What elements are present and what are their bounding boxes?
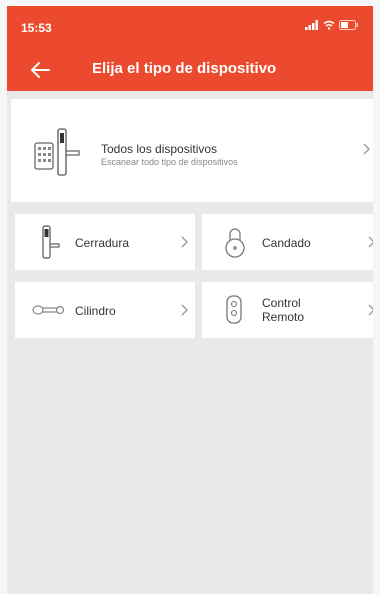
- padlock-icon: [225, 228, 245, 258]
- nav-bar: Elija el tipo de dispositivo: [7, 54, 373, 88]
- chevron-right-icon: [363, 143, 370, 155]
- device-type-label: Cilindro: [75, 304, 116, 318]
- app-screen: 15:53 Elija el tipo de dispositivo Todos…: [7, 6, 373, 594]
- wifi-icon: [323, 20, 335, 30]
- device-type-cilindro[interactable]: Cilindro: [15, 282, 195, 338]
- all-devices-icon: [34, 128, 80, 176]
- device-type-label: Cerradura: [75, 236, 130, 250]
- page-title: Elija el tipo de dispositivo: [92, 60, 277, 77]
- device-type-label: Control Remoto: [262, 296, 305, 324]
- cylinder-key-icon: [32, 305, 65, 315]
- all-devices-subtitle: Escanear todo tipo de dispositivos: [101, 157, 238, 167]
- app-header: 15:53 Elija el tipo de dispositivo: [7, 6, 373, 91]
- chevron-right-icon: [368, 236, 373, 248]
- device-type-label: Candado: [262, 236, 311, 250]
- device-type-cerradura[interactable]: Cerradura: [15, 214, 195, 270]
- door-lock-icon: [42, 225, 60, 259]
- back-arrow-icon: [31, 62, 50, 78]
- battery-icon: [339, 20, 358, 30]
- all-devices-card[interactable]: Todos los dispositivos Escanear todo tip…: [11, 99, 373, 202]
- status-bar: 15:53: [7, 6, 373, 42]
- signal-icon: [305, 20, 318, 30]
- chevron-right-icon: [181, 304, 188, 316]
- all-devices-title: Todos los dispositivos: [101, 142, 218, 156]
- remote-control-icon: [226, 295, 242, 324]
- chevron-right-icon: [181, 236, 188, 248]
- chevron-right-icon: [368, 304, 373, 316]
- status-icons: [305, 20, 359, 30]
- back-button[interactable]: [27, 58, 55, 82]
- device-type-candado[interactable]: Candado: [202, 214, 373, 270]
- device-type-control-remoto[interactable]: Control Remoto: [202, 282, 373, 338]
- status-time: 15:53: [21, 21, 52, 35]
